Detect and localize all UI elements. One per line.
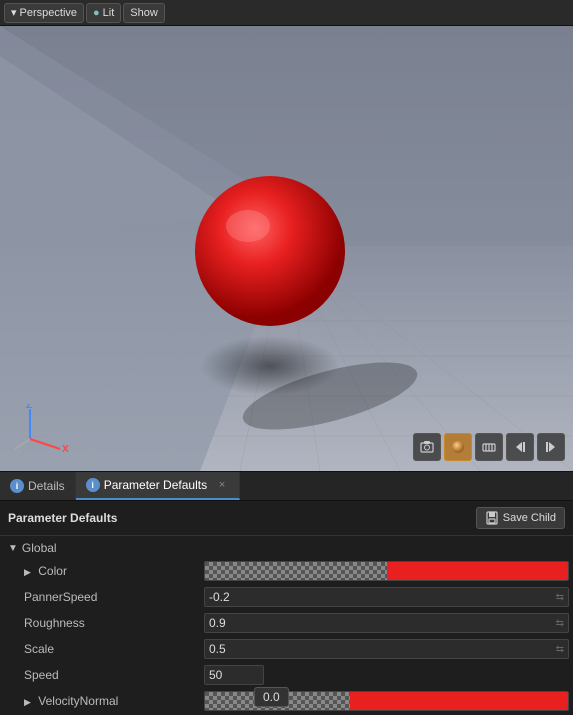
speed-value-area: 0.0 xyxy=(204,665,569,685)
param-name-scale: Scale xyxy=(24,642,204,656)
camera-viewport-icon[interactable] xyxy=(413,433,441,461)
velocity-expand-icon[interactable]: ▶ xyxy=(24,697,31,707)
scale-input[interactable] xyxy=(209,642,556,656)
tab-details[interactable]: i Details xyxy=(0,472,76,500)
3d-viewport[interactable]: Z X xyxy=(0,26,573,471)
panner-speed-field-wrap[interactable]: ⇆ xyxy=(204,587,569,607)
velocity-label: VelocityNormal xyxy=(38,694,118,708)
speed-field-wrap[interactable] xyxy=(204,665,264,685)
table-row: PannerSpeed ⇆ xyxy=(0,584,573,610)
perspective-label: Perspective xyxy=(20,7,77,19)
show-dropdown[interactable]: Show xyxy=(123,3,165,23)
show-label: Show xyxy=(130,7,158,19)
details-tab-label: Details xyxy=(28,479,65,493)
table-row: ▶ Color xyxy=(0,558,573,584)
panner-speed-arrow[interactable]: ⇆ xyxy=(556,592,564,603)
param-tab-icon: i xyxy=(86,478,100,492)
viewport-toolbar: ▾ Perspective ● Lit Show xyxy=(0,0,573,26)
table-row: Scale ⇆ xyxy=(0,636,573,662)
color-value-area[interactable] xyxy=(204,561,569,581)
param-panel: Parameter Defaults Save Child ▼ Global ▶… xyxy=(0,501,573,715)
param-header: Parameter Defaults Save Child xyxy=(0,501,573,536)
group-expand-icon: ▼ xyxy=(8,543,18,554)
prev-frame-icon[interactable] xyxy=(506,433,534,461)
lit-label: Lit xyxy=(103,7,115,19)
dropdown-arrow-icon: ▾ xyxy=(11,6,17,19)
svg-text:Z: Z xyxy=(26,404,32,411)
scale-arrow[interactable]: ⇆ xyxy=(556,644,564,655)
panel-tabs: i Details i Parameter Defaults × xyxy=(0,471,573,501)
param-name-speed: Speed xyxy=(24,668,204,682)
color-swatch xyxy=(387,562,569,580)
scene-svg xyxy=(0,26,573,471)
roughness-value-area: ⇆ xyxy=(204,613,569,633)
speed-input[interactable] xyxy=(209,668,249,682)
next-frame-icon[interactable] xyxy=(537,433,565,461)
color-bar[interactable] xyxy=(204,561,569,581)
speed-tooltip: 0.0 xyxy=(254,687,289,707)
param-name-roughness: Roughness xyxy=(24,616,204,630)
param-name-color: ▶ Color xyxy=(24,564,204,578)
group-label: Global xyxy=(22,541,57,555)
tab-parameter-defaults[interactable]: i Parameter Defaults × xyxy=(76,472,240,500)
panner-speed-input[interactable] xyxy=(209,590,556,604)
lit-icon: ● xyxy=(93,7,100,19)
material-sphere-icon[interactable] xyxy=(444,433,472,461)
table-row: Speed 0.0 xyxy=(0,662,573,688)
param-name-panner-speed: PannerSpeed xyxy=(24,590,204,604)
param-panel-title: Parameter Defaults xyxy=(8,511,117,525)
param-list: ▼ Global ▶ Color PannerSpeed ⇆ xyxy=(0,536,573,715)
roughness-field-wrap[interactable]: ⇆ xyxy=(204,613,569,633)
save-icon xyxy=(485,511,499,525)
color-expand-icon[interactable]: ▶ xyxy=(24,567,31,577)
scale-value-area: ⇆ xyxy=(204,639,569,659)
global-group-header[interactable]: ▼ Global xyxy=(0,538,573,558)
color-checker xyxy=(205,562,387,580)
table-row: Roughness ⇆ xyxy=(0,610,573,636)
roughness-arrow[interactable]: ⇆ xyxy=(556,618,564,629)
perspective-dropdown[interactable]: ▾ Perspective xyxy=(4,3,84,23)
param-tab-close[interactable]: × xyxy=(215,478,229,492)
param-tab-label: Parameter Defaults xyxy=(104,478,207,492)
velocity-swatch xyxy=(350,692,568,710)
svg-text:X: X xyxy=(62,444,69,454)
color-label: Color xyxy=(38,564,67,578)
lit-dropdown[interactable]: ● Lit xyxy=(86,3,121,23)
viewport-icons xyxy=(413,433,565,461)
scale-field-wrap[interactable]: ⇆ xyxy=(204,639,569,659)
details-tab-icon: i xyxy=(10,479,24,493)
save-child-label: Save Child xyxy=(503,512,556,524)
roughness-input[interactable] xyxy=(209,616,556,630)
param-name-velocity-normal: ▶ VelocityNormal xyxy=(24,694,204,708)
panner-speed-value-area: ⇆ xyxy=(204,587,569,607)
save-child-button[interactable]: Save Child xyxy=(476,507,565,529)
axis-gizmo: Z X xyxy=(10,404,70,457)
flat-display-icon[interactable] xyxy=(475,433,503,461)
